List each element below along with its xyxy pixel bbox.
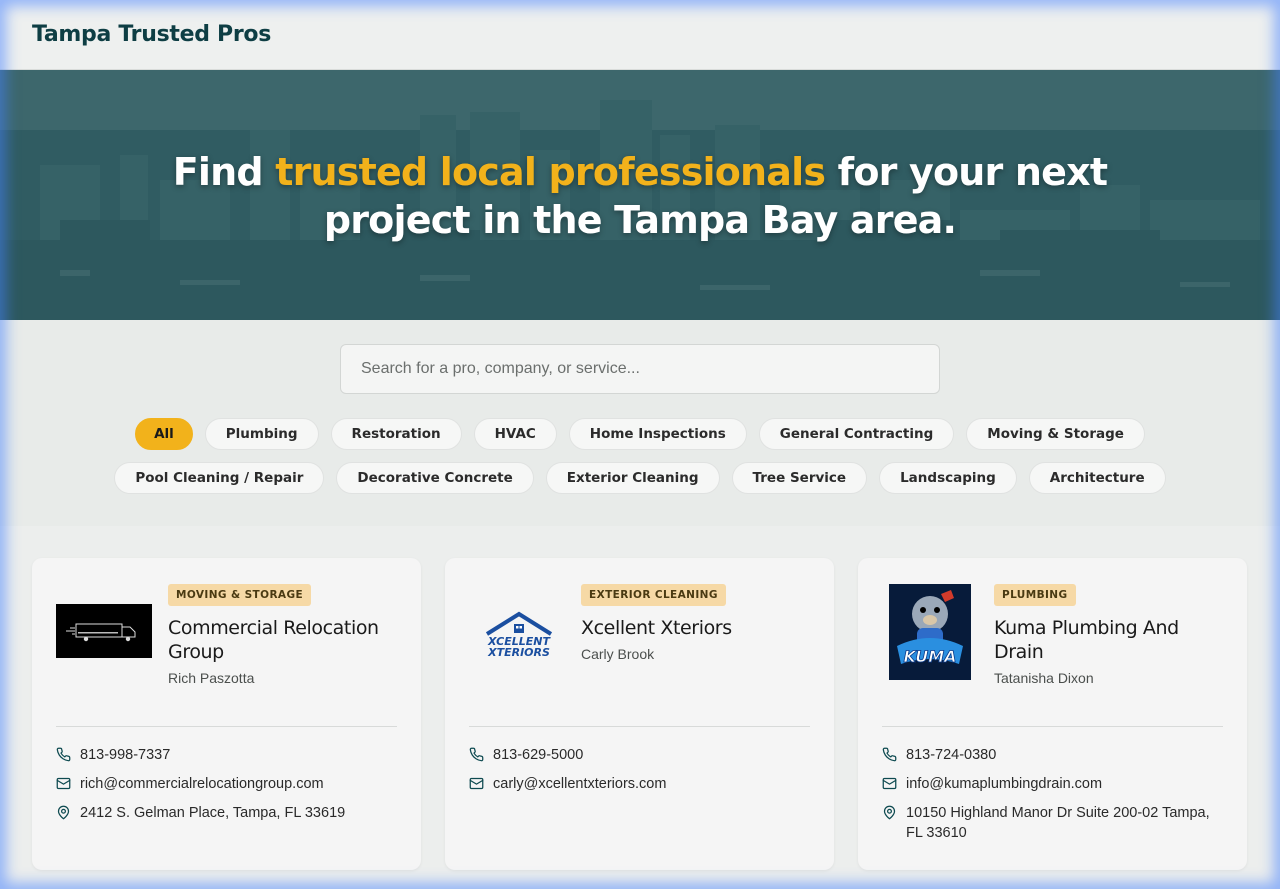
- category-badge: PLUMBING: [994, 584, 1076, 606]
- map-pin-icon: [882, 803, 906, 820]
- email-row: info@kumaplumbingdrain.com: [882, 774, 1223, 794]
- company-name[interactable]: Xcellent Xteriors: [581, 616, 810, 640]
- kuma-logo-text: KUMA: [903, 647, 956, 666]
- company-logo: XCELLENT XTERIORS: [469, 584, 581, 726]
- hero-headline-part1: Find: [172, 150, 276, 194]
- hero-headline-highlight: trusted local professionals: [275, 150, 826, 194]
- card-info: PLUMBING Kuma Plumbing And Drain Tatanisha…: [994, 584, 1223, 726]
- mail-icon: [469, 774, 493, 791]
- hero-banner: Find trusted local professionals for you…: [0, 70, 1280, 320]
- top-navigation-bar: Tampa Trusted Pros: [0, 0, 1280, 70]
- filter-chip-home-inspections[interactable]: Home Inspections: [568, 418, 747, 450]
- house-logo-icon: XCELLENTXTERIORS: [485, 611, 553, 659]
- search-input[interactable]: [340, 344, 940, 394]
- card-info: EXTERIOR CLEANING Xcellent Xteriors Carly …: [581, 584, 810, 726]
- filter-chip-architecture[interactable]: Architecture: [1028, 462, 1166, 494]
- card-header: XCELLENT XTERIORS EXTERIOR CLEANING Xcellen…: [469, 584, 810, 726]
- company-name[interactable]: Commercial Relocation Group: [168, 616, 397, 664]
- category-filter-chips: All Plumbing Restoration HVAC Home Inspectio…: [50, 418, 1230, 494]
- company-name[interactable]: Kuma Plumbing And Drain: [994, 616, 1223, 664]
- phone-link[interactable]: 813-724-0380: [906, 745, 996, 765]
- phone-link[interactable]: 813-629-5000: [493, 745, 583, 765]
- address-text: 2412 S. Gelman Place, Tampa, FL 33619: [80, 805, 346, 821]
- contact-person: Tatanisha Dixon: [994, 670, 1094, 686]
- contact-person: Carly Brook: [581, 646, 655, 662]
- phone-icon: [56, 745, 80, 762]
- filter-chip-pool-cleaning-repair[interactable]: Pool Cleaning / Repair: [114, 462, 325, 494]
- address-row: 10150 Highland Manor Dr Suite 200-02 Tam…: [882, 803, 1223, 843]
- address-text: 10150 Highland Manor Dr Suite 200-02 Tam…: [906, 805, 1210, 841]
- pro-listing-card[interactable]: XCELLENT XTERIORS EXTERIOR CLEANING Xcellen…: [445, 558, 834, 870]
- card-divider: [469, 726, 810, 727]
- bear-mascot-logo-icon: KUMA: [889, 584, 971, 680]
- address-row: 2412 S. Gelman Place, Tampa, FL 33619: [56, 803, 397, 823]
- map-pin-icon: [56, 803, 80, 820]
- email-row: carly@xcellentxteriors.com: [469, 774, 810, 794]
- filter-chip-exterior-cleaning[interactable]: Exterior Cleaning: [545, 462, 720, 494]
- pro-listings-grid: MOVING & STORAGE Commercial Relocation Gr…: [0, 526, 1280, 889]
- category-badge: MOVING & STORAGE: [168, 584, 312, 606]
- filter-chip-plumbing[interactable]: Plumbing: [204, 418, 319, 450]
- phone-row: 813-629-5000: [469, 745, 810, 765]
- category-badge: EXTERIOR CLEANING: [581, 584, 726, 606]
- filter-chip-decorative-concrete[interactable]: Decorative Concrete: [336, 462, 534, 494]
- phone-row: 813-724-0380: [882, 745, 1223, 765]
- filter-chip-general-contracting[interactable]: General Contracting: [758, 418, 955, 450]
- card-header: KUMA PLUMBING Kuma Plumbing And Drain Tatan…: [882, 584, 1223, 726]
- phone-icon: [469, 745, 493, 762]
- contact-person: Rich Paszotta: [168, 670, 255, 686]
- filter-chip-tree-service[interactable]: Tree Service: [731, 462, 868, 494]
- phone-link[interactable]: 813-998-7337: [80, 745, 170, 765]
- email-link[interactable]: info@kumaplumbingdrain.com: [906, 774, 1102, 794]
- card-header: MOVING & STORAGE Commercial Relocation Gr…: [56, 584, 397, 726]
- company-logo: KUMA: [882, 584, 994, 726]
- filter-chip-moving-storage[interactable]: Moving & Storage: [966, 418, 1145, 450]
- phone-row: 813-998-7337: [56, 745, 397, 765]
- email-link[interactable]: rich@commercialrelocationgroup.com: [80, 774, 324, 794]
- pro-listing-card[interactable]: KUMA PLUMBING Kuma Plumbing And Drain Tatan…: [858, 558, 1247, 870]
- truck-logo-icon: [56, 604, 152, 658]
- card-info: MOVING & STORAGE Commercial Relocation Gr…: [168, 584, 397, 726]
- xteriors-logo-text: XTERIORS: [487, 646, 550, 659]
- card-divider: [56, 726, 397, 727]
- filter-chip-restoration[interactable]: Restoration: [330, 418, 462, 450]
- mail-icon: [882, 774, 906, 791]
- email-row: rich@commercialrelocationgroup.com: [56, 774, 397, 794]
- email-link[interactable]: carly@xcellentxteriors.com: [493, 774, 666, 794]
- search-and-filter-section: All Plumbing Restoration HVAC Home Inspectio…: [0, 320, 1280, 526]
- company-logo: [56, 584, 168, 726]
- filter-chip-hvac[interactable]: HVAC: [473, 418, 557, 450]
- card-divider: [882, 726, 1223, 727]
- phone-icon: [882, 745, 906, 762]
- mail-icon: [56, 774, 80, 791]
- filter-chip-all[interactable]: All: [135, 418, 193, 450]
- hero-headline-line2: project in the Tampa Bay area.: [323, 198, 957, 242]
- hero-headline-part2: for your next: [825, 150, 1108, 194]
- filter-chip-landscaping[interactable]: Landscaping: [879, 462, 1017, 494]
- site-brand-logo[interactable]: Tampa Trusted Pros: [32, 22, 271, 47]
- pro-listing-card[interactable]: MOVING & STORAGE Commercial Relocation Gr…: [32, 558, 421, 870]
- hero-headline: Find trusted local professionals for you…: [0, 148, 1280, 244]
